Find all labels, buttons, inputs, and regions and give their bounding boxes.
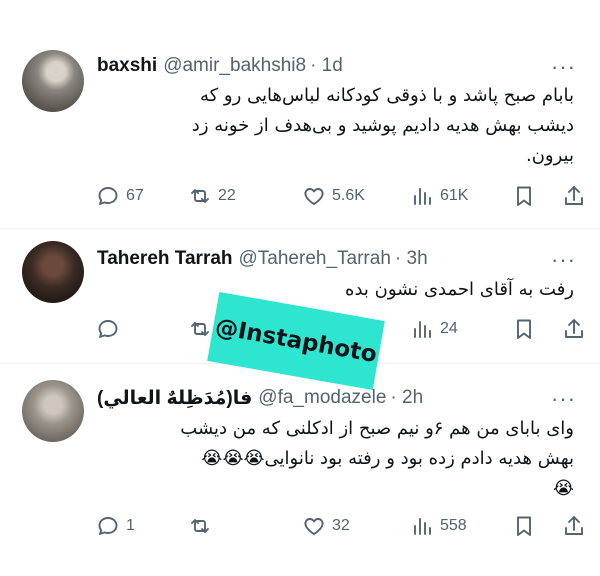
more-options-icon[interactable]: ··· xyxy=(551,56,576,78)
views-icon xyxy=(414,188,431,205)
tweet-text-line: بابام صبح پاشد و با ذوقی کودکانه لباس‌ها… xyxy=(199,85,574,106)
like-button[interactable]: 32 xyxy=(302,512,350,540)
repost-icon xyxy=(191,189,209,203)
tweet-text-line: 😭 xyxy=(552,478,574,499)
views-count: 558 xyxy=(440,517,467,534)
more-options-icon[interactable]: ··· xyxy=(551,249,576,271)
reply-button[interactable]: 1 xyxy=(96,512,135,540)
tweet-text: رفت به آقای احمدی نشون بده xyxy=(345,275,574,305)
tweet-text-line: رفت به آقای احمدی نشون بده xyxy=(345,279,574,300)
views-button[interactable]: 24 xyxy=(410,315,458,343)
timestamp[interactable]: · 3h xyxy=(395,248,428,270)
like-icon xyxy=(304,188,324,205)
avatar[interactable] xyxy=(22,380,84,442)
tweet-text-line: بیرون. xyxy=(525,145,574,166)
tweet-1[interactable]: baxshi @amir_bakhshi8 · 1d ··· بابام صبح… xyxy=(0,0,600,228)
bookmark-icon xyxy=(517,186,531,206)
repost-button[interactable]: 22 xyxy=(188,182,236,210)
tweet-3[interactable]: فا(مُدَظِلهٌ العالي) @fa_modazele · 2h ·… xyxy=(0,364,600,576)
reply-icon xyxy=(98,187,118,205)
reply-count: 1 xyxy=(126,517,135,534)
repost-button[interactable] xyxy=(188,512,218,540)
like-button[interactable]: 5.6K xyxy=(302,182,365,210)
avatar[interactable] xyxy=(22,241,84,303)
display-name[interactable]: Tahereh Tarrah xyxy=(97,248,233,270)
share-button[interactable] xyxy=(562,182,586,210)
display-name[interactable]: baxshi xyxy=(97,55,157,77)
views-button[interactable]: 61K xyxy=(410,182,468,210)
views-button[interactable]: 558 xyxy=(410,512,467,540)
views-count: 24 xyxy=(440,320,458,337)
tweet-text-line: بهش هدیه دادم زده بود و رفته بود نانوایی… xyxy=(201,448,574,469)
tweet-text: وای بابای من هم ۶و نیم صبح از ادکلنی که … xyxy=(180,414,574,504)
reply-button[interactable] xyxy=(96,315,126,343)
share-button[interactable] xyxy=(562,315,586,343)
like-icon xyxy=(304,518,324,535)
tweet-actions: 67 22 5.6K 61K xyxy=(92,182,588,210)
reply-button[interactable]: 67 xyxy=(96,182,144,210)
views-count: 61K xyxy=(440,187,469,204)
views-icon xyxy=(414,321,431,338)
user-handle[interactable]: @fa_modazele xyxy=(258,387,386,409)
share-button[interactable] xyxy=(562,512,586,540)
share-icon xyxy=(565,186,583,205)
display-name[interactable]: فا(مُدَظِلهٌ العالي) xyxy=(97,387,252,410)
share-icon xyxy=(565,319,583,338)
user-handle[interactable]: @amir_bakhshi8 xyxy=(163,55,306,77)
bookmark-button[interactable] xyxy=(512,512,536,540)
bookmark-icon xyxy=(517,516,531,536)
bookmark-icon xyxy=(517,319,531,339)
bookmark-button[interactable] xyxy=(512,315,536,343)
tweet-text: بابام صبح پاشد و با ذوقی کودکانه لباس‌ها… xyxy=(192,81,574,171)
user-handle[interactable]: @Tahereh_Tarrah xyxy=(239,248,391,270)
tweet-header: baxshi @amir_bakhshi8 · 1d xyxy=(97,54,343,78)
like-count: 32 xyxy=(332,517,350,534)
like-count: 5.6K xyxy=(332,187,365,204)
tweet-text-line: دیشب بهش هدیه دادیم پوشید و بی‌هدف از خو… xyxy=(191,115,574,136)
more-options-icon[interactable]: ··· xyxy=(551,388,576,410)
timestamp[interactable]: · 1d xyxy=(310,55,343,77)
tweet-text-line: وای بابای من هم ۶و نیم صبح از ادکلنی که … xyxy=(180,418,574,439)
reply-icon xyxy=(98,517,118,535)
repost-icon xyxy=(191,322,209,336)
views-icon xyxy=(414,518,431,535)
tweet-actions: 1 32 558 xyxy=(92,512,588,540)
timestamp[interactable]: · 2h xyxy=(390,387,423,409)
bookmark-button[interactable] xyxy=(512,182,536,210)
reply-icon xyxy=(98,320,118,338)
repost-count: 22 xyxy=(218,187,236,204)
tweet-header: Tahereh Tarrah @Tahereh_Tarrah · 3h xyxy=(97,247,428,271)
repost-icon xyxy=(191,519,209,533)
tweet-header: فا(مُدَظِلهٌ العالي) @fa_modazele · 2h xyxy=(97,386,423,410)
avatar[interactable] xyxy=(22,50,84,112)
share-icon xyxy=(565,516,583,535)
reply-count: 67 xyxy=(126,187,144,204)
